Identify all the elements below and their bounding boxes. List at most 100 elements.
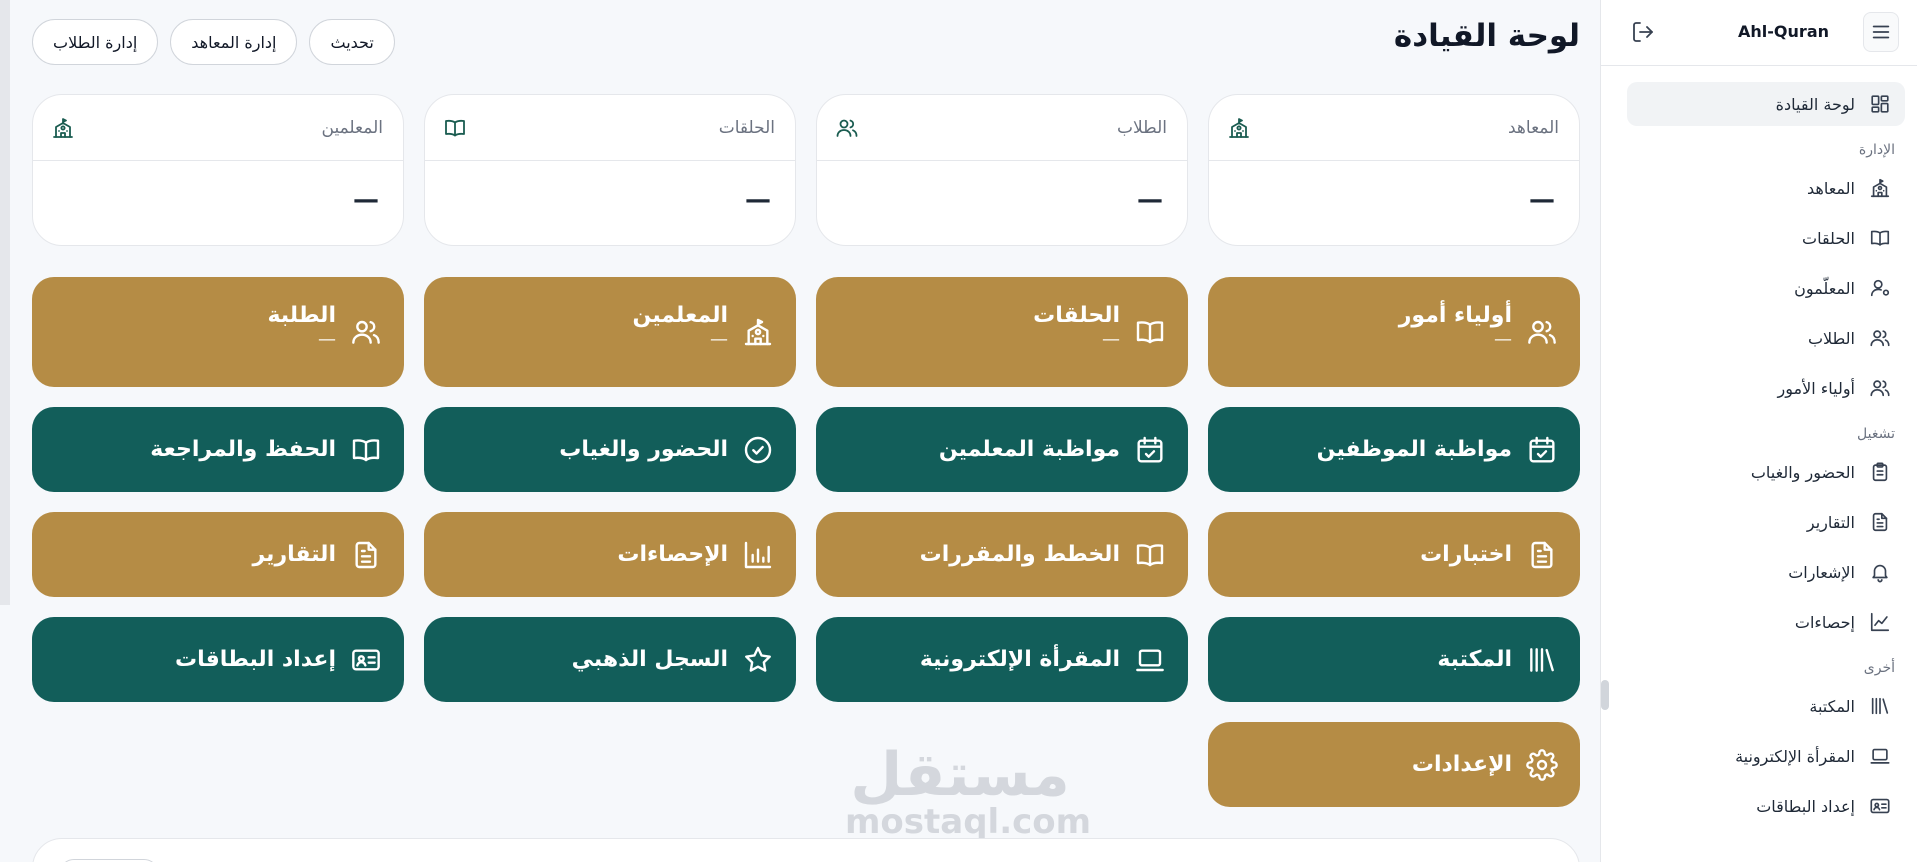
tile-label: المعلمين <box>632 302 728 328</box>
user-gear-icon <box>1869 277 1891 299</box>
stats-grid: المعاهد — الطلاب — الحلقات — المعلمين — <box>32 94 1580 246</box>
tile-exams[interactable]: اختبارات <box>1208 512 1580 597</box>
tile-teachers[interactable]: المعلمين — <box>424 277 796 387</box>
tile-cards-setup[interactable]: إعداد البطاقات <box>32 617 404 702</box>
book-icon <box>1134 316 1166 348</box>
tile-golden-record[interactable]: السجل الذهبي <box>424 617 796 702</box>
stat-value: — <box>1529 185 1557 215</box>
sidebar-item-notifications[interactable]: الإشعارات <box>1627 550 1905 594</box>
sidebar-item-label: الحضور والغياب <box>1750 462 1855 482</box>
school-icon <box>1227 116 1251 140</box>
sidebar-item-label: المقرأة الإلكترونية <box>1735 746 1855 766</box>
stat-card-students: الطلاب — <box>816 94 1188 246</box>
sidebar-item-e-maqraa[interactable]: المقرأة الإلكترونية <box>1627 734 1905 778</box>
sidebar-item-label: الطلاب <box>1807 328 1855 348</box>
tile-label: أولياء أمور <box>1398 302 1512 328</box>
bar-chart-icon <box>742 539 774 571</box>
stat-label: الحلقات <box>718 117 775 138</box>
sidebar-item-statistics[interactable]: إحصاءات <box>1627 600 1905 644</box>
watermark: مستقل mostaql.com <box>845 745 1092 842</box>
library-icon <box>1869 695 1891 717</box>
tile-label: الحلقات <box>1033 302 1120 328</box>
tile-label: التقارير <box>252 542 337 567</box>
tile-label: مواظبة المعلمين <box>938 437 1120 462</box>
section-title-admin: الإدارة <box>1858 142 1895 158</box>
stat-value: — <box>353 185 381 215</box>
book-icon <box>443 116 467 140</box>
sidebar-item-circles[interactable]: الحلقات <box>1627 216 1905 260</box>
tile-statistics[interactable]: الإحصاءات <box>424 512 796 597</box>
tile-staff-attendance[interactable]: مواظبة الموظفين <box>1208 407 1580 492</box>
tile-reports[interactable]: التقارير <box>32 512 404 597</box>
brand-name: Ahl-Quran <box>1738 22 1829 41</box>
tile-guardians[interactable]: أولياء أمور — <box>1208 277 1580 387</box>
book-icon <box>1869 227 1891 249</box>
menu-icon <box>1870 21 1892 43</box>
sidebar-item-label: المعلّمون <box>1794 278 1855 298</box>
refresh-button[interactable]: تحديث <box>309 19 395 65</box>
sidebar-nav: لوحة القيادة الإدارة المعاهد الحلقات الم… <box>1627 82 1905 834</box>
sidebar-item-teachers[interactable]: المعلّمون <box>1627 266 1905 310</box>
star-icon <box>742 644 774 676</box>
document-icon <box>350 539 382 571</box>
tile-plans[interactable]: الخطط والمقررات <box>816 512 1188 597</box>
sidebar-item-guardians[interactable]: أولياء الأمور <box>1627 366 1905 410</box>
stat-label: المعلمين <box>321 117 383 138</box>
sidebar-item-cards-setup[interactable]: إعداد البطاقات <box>1627 784 1905 828</box>
clipboard-icon <box>1869 461 1891 483</box>
sidebar-item-reports[interactable]: التقارير <box>1627 500 1905 544</box>
school-icon <box>51 116 75 140</box>
stat-value: — <box>745 185 773 215</box>
sidebar-item-label: أولياء الأمور <box>1777 378 1856 398</box>
bottom-card <box>32 838 1580 862</box>
calendar-check-icon <box>1526 434 1558 466</box>
sidebar-item-students[interactable]: الطلاب <box>1627 316 1905 360</box>
tile-e-maqraa[interactable]: المقرأة الإلكترونية <box>816 617 1188 702</box>
logout-icon[interactable] <box>1631 20 1655 44</box>
section-title-other: أخرى <box>1863 660 1895 676</box>
id-card-icon <box>1869 795 1891 817</box>
tile-label: الخطط والمقررات <box>919 542 1120 567</box>
stat-label: الطلاب <box>1117 117 1167 138</box>
school-icon <box>742 316 774 348</box>
main-content: لوحة القيادة تحديث إدارة المعاهد إدارة ا… <box>0 0 1600 862</box>
stat-card-institutes: المعاهد — <box>1208 94 1580 246</box>
sidebar-item-institutes[interactable]: المعاهد <box>1627 166 1905 210</box>
tile-settings[interactable]: الإعدادات <box>1208 722 1580 807</box>
tile-memorization[interactable]: الحفظ والمراجعة <box>32 407 404 492</box>
tile-circles[interactable]: الحلقات — <box>816 277 1188 387</box>
menu-button[interactable] <box>1863 12 1899 52</box>
tile-label: الحفظ والمراجعة <box>150 437 336 462</box>
tile-label: مواظبة الموظفين <box>1316 437 1512 462</box>
sidebar-item-attendance[interactable]: الحضور والغياب <box>1627 450 1905 494</box>
users-icon <box>1526 316 1558 348</box>
tile-label: الإحصاءات <box>617 542 728 567</box>
check-circle-icon <box>742 434 774 466</box>
tile-label: الطلبة <box>267 302 336 328</box>
tile-label: الإعدادات <box>1411 752 1512 777</box>
sidebar-item-library[interactable]: المكتبة <box>1627 684 1905 728</box>
watermark-english: mostaql.com <box>845 802 1092 842</box>
sidebar-item-label: إعداد البطاقات <box>1756 796 1855 816</box>
tile-teacher-attendance[interactable]: مواظبة المعلمين <box>816 407 1188 492</box>
sidebar-item-label: الحلقات <box>1802 228 1855 248</box>
sidebar-item-label: الإشعارات <box>1788 562 1855 582</box>
sidebar-item-dashboard[interactable]: لوحة القيادة <box>1627 82 1905 126</box>
sidebar-scrollbar[interactable] <box>1601 680 1609 710</box>
laptop-icon <box>1134 644 1166 676</box>
page-title: لوحة القيادة <box>1393 18 1580 54</box>
users-icon <box>1869 327 1891 349</box>
users-icon <box>350 316 382 348</box>
sidebar-item-label: إحصاءات <box>1794 612 1855 632</box>
sidebar-item-label: المعاهد <box>1807 178 1855 198</box>
tile-count: — <box>318 328 336 350</box>
tile-students[interactable]: الطلبة — <box>32 277 404 387</box>
left-scrollbar[interactable] <box>0 0 10 605</box>
manage-institutes-button[interactable]: إدارة المعاهد <box>170 19 298 65</box>
calendar-check-icon <box>1134 434 1166 466</box>
tile-attendance[interactable]: الحضور والغياب <box>424 407 796 492</box>
laptop-icon <box>1869 745 1891 767</box>
document-icon <box>1526 539 1558 571</box>
tile-library[interactable]: المكتبة <box>1208 617 1580 702</box>
manage-students-button[interactable]: إدارة الطلاب <box>32 19 159 65</box>
